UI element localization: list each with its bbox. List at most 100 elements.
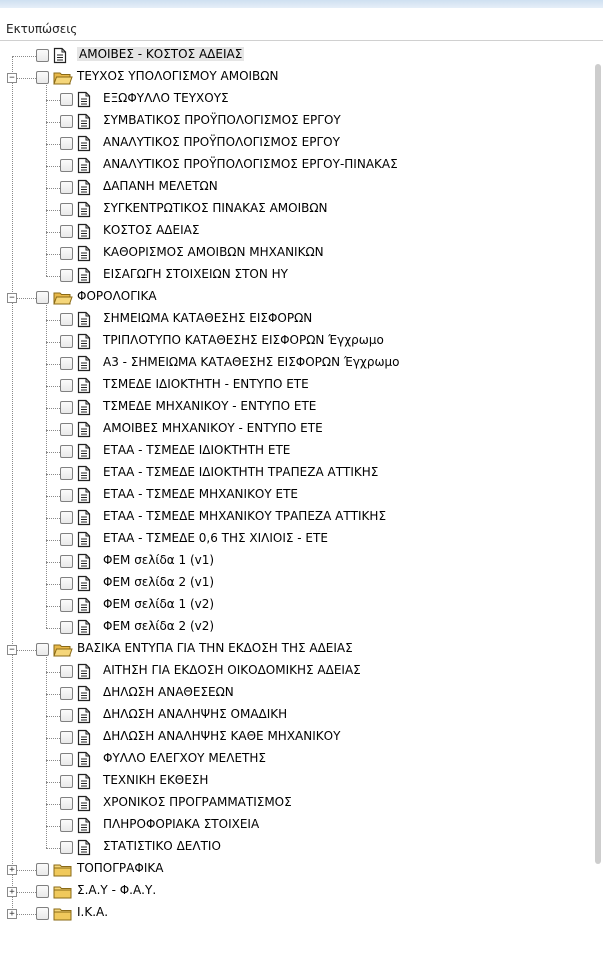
expand-icon[interactable]: + [7, 887, 17, 897]
vertical-scrollbar[interactable] [595, 64, 601, 864]
tree-folder-row[interactable]: − ΤΕΥΧΟΣ ΥΠΟΛΟΓΙΣΜΟΥ ΑΜΟΙΒΩΝ [0, 67, 590, 89]
tree-folder-row[interactable]: + Σ.Α.Υ - Φ.Α.Υ. [0, 881, 590, 903]
item-checkbox[interactable] [36, 291, 49, 304]
tree-item-row[interactable]: ΑΝΑΛΥΤΙΚΟΣ ΠΡΟΫΠΟΛΟΓΙΣΜΟΣ ΕΡΓΟΥ [0, 133, 590, 155]
item-checkbox[interactable] [60, 159, 73, 172]
tree-item-row[interactable]: ΕΤΑΑ - ΤΣΜΕΔΕ 0,6 ΤΗΣ ΧΙΛΙΟΙΣ - ΕΤΕ [0, 529, 590, 551]
tree-item-row[interactable]: ΔΗΛΩΣΗ ΑΝΑΛΗΨΗΣ ΚΑΘΕ ΜΗΧΑΝΙΚΟΥ [0, 727, 590, 749]
item-checkbox[interactable] [60, 555, 73, 568]
tree-item-label: ΒΑΣΙΚΑ ΕΝΤΥΠΑ ΓΙΑ ΤΗΝ ΕΚΔΟΣΗ ΤΗΣ ΑΔΕΙΑΣ [77, 641, 353, 655]
document-icon [77, 443, 91, 463]
tree-item-label: ΤΟΠΟΓΡΑΦΙΚΑ [77, 861, 164, 875]
tree-item-row[interactable]: ΑΝΑΛΥΤΙΚΟΣ ΠΡΟΫΠΟΛΟΓΙΣΜΟΣ ΕΡΓΟΥ-ΠΙΝΑΚΑΣ [0, 155, 590, 177]
folder-icon [53, 884, 73, 903]
item-checkbox[interactable] [60, 181, 73, 194]
item-checkbox[interactable] [60, 467, 73, 480]
item-checkbox[interactable] [60, 797, 73, 810]
item-checkbox[interactable] [60, 511, 73, 524]
document-icon [77, 223, 91, 243]
tree-item-row[interactable]: ΤΣΜΕΔΕ ΜΗΧΑΝΙΚΟΥ - ΕΝΤΥΠΟ ΕΤΕ [0, 397, 590, 419]
item-checkbox[interactable] [60, 445, 73, 458]
item-checkbox[interactable] [60, 225, 73, 238]
tree-item-row[interactable]: ΑΜΟΙΒΕΣ ΜΗΧΑΝΙΚΟΥ - ΕΝΤΥΠΟ ΕΤΕ [0, 419, 590, 441]
tree-item-row[interactable]: ΤΣΜΕΔΕ ΙΔΙΟΚΤΗΤΗ - ΕΝΤΥΠΟ ΕΤΕ [0, 375, 590, 397]
tree-item-row[interactable]: ΑΙΤΗΣΗ ΓΙΑ ΕΚΔΟΣΗ ΟΙΚΟΔΟΜΙΚΗΣ ΑΔΕΙΑΣ [0, 661, 590, 683]
expand-icon[interactable]: + [7, 909, 17, 919]
tree-folder-row[interactable]: − ΒΑΣΙΚΑ ΕΝΤΥΠΑ ΓΙΑ ΤΗΝ ΕΚΔΟΣΗ ΤΗΣ ΑΔΕΙΑΣ [0, 639, 590, 661]
item-checkbox[interactable] [60, 489, 73, 502]
item-checkbox[interactable] [60, 269, 73, 282]
item-checkbox[interactable] [60, 533, 73, 546]
tree-item-row[interactable]: ΕΤΑΑ - ΤΣΜΕΔΕ ΜΗΧΑΝΙΚΟΥ ΤΡΑΠΕΖΑ ΑΤΤΙΚΗΣ [0, 507, 590, 529]
tree-item-row[interactable]: ΕΙΣΑΓΩΓΗ ΣΤΟΙΧΕΙΩΝ ΣΤΟΝ ΗΥ [0, 265, 590, 287]
item-checkbox[interactable] [60, 577, 73, 590]
tree-item-row[interactable]: ΔΗΛΩΣΗ ΑΝΑΛΗΨΗΣ ΟΜΑΔΙΚΗ [0, 705, 590, 727]
expand-icon[interactable]: + [7, 865, 17, 875]
item-checkbox[interactable] [60, 665, 73, 678]
tree-item-row[interactable]: ΕΞΩΦΥΛΛΟ ΤΕΥΧΟΥΣ [0, 89, 590, 111]
item-checkbox[interactable] [36, 907, 49, 920]
tree-item-label: ΑΝΑΛΥΤΙΚΟΣ ΠΡΟΫΠΟΛΟΓΙΣΜΟΣ ΕΡΓΟΥ [103, 135, 340, 149]
tree-item-row[interactable]: ΦΕΜ σελίδα 1 (v2) [0, 595, 590, 617]
item-checkbox[interactable] [36, 863, 49, 876]
tree-item-row[interactable]: ΚΟΣΤΟΣ ΑΔΕΙΑΣ [0, 221, 590, 243]
tree-folder-row[interactable]: + Ι.Κ.Α. [0, 903, 590, 925]
print-tree[interactable]: ΑΜΟΙΒΕΣ - ΚΟΣΤΟΣ ΑΔΕΙΑΣ − ΤΕΥΧΟΣ ΥΠΟΛΟΓΙΣΜ… [0, 44, 590, 953]
item-checkbox[interactable] [60, 599, 73, 612]
tree-item-row[interactable]: ΠΛΗΡΟΦΟΡΙΑΚΑ ΣΤΟΙΧΕΙΑ [0, 815, 590, 837]
tree-item-row[interactable]: ΔΑΠΑΝΗ ΜΕΛΕΤΩΝ [0, 177, 590, 199]
item-checkbox[interactable] [60, 379, 73, 392]
collapse-icon[interactable]: − [7, 73, 17, 83]
collapse-icon[interactable]: − [7, 293, 17, 303]
tree-item-row[interactable]: ΦΕΜ σελίδα 1 (v1) [0, 551, 590, 573]
item-checkbox[interactable] [60, 775, 73, 788]
tree-item-row[interactable]: ΦΕΜ σελίδα 2 (v2) [0, 617, 590, 639]
tree-item-row[interactable]: ΦΥΛΛΟ ΕΛΕΓΧΟΥ ΜΕΛΕΤΗΣ [0, 749, 590, 771]
item-checkbox[interactable] [60, 357, 73, 370]
tree-item-label: ΑΙΤΗΣΗ ΓΙΑ ΕΚΔΟΣΗ ΟΙΚΟΔΟΜΙΚΗΣ ΑΔΕΙΑΣ [103, 663, 361, 677]
item-checkbox[interactable] [60, 841, 73, 854]
item-checkbox[interactable] [60, 247, 73, 260]
tree-item-row[interactable]: ΕΤΑΑ - ΤΣΜΕΔΕ ΜΗΧΑΝΙΚΟΥ ΕΤΕ [0, 485, 590, 507]
tree-item-row[interactable]: ΚΑΘΟΡΙΣΜΟΣ ΑΜΟΙΒΩΝ ΜΗΧΑΝΙΚΩΝ [0, 243, 590, 265]
item-checkbox[interactable] [60, 115, 73, 128]
window-top-border [0, 0, 603, 8]
tree-item-row[interactable]: ΣΥΓΚΕΝΤΡΩΤΙΚΟΣ ΠΙΝΑΚΑΣ ΑΜΟΙΒΩΝ [0, 199, 590, 221]
item-checkbox[interactable] [60, 621, 73, 634]
tree-item-row[interactable]: ΕΤΑΑ - ΤΣΜΕΔΕ ΙΔΙΟΚΤΗΤΗ ΕΤΕ [0, 441, 590, 463]
item-checkbox[interactable] [36, 49, 49, 62]
tree-item-row[interactable]: ΕΤΑΑ - ΤΣΜΕΔΕ ΙΔΙΟΚΤΗΤΗ ΤΡΑΠΕΖΑ ΑΤΤΙΚΗΣ [0, 463, 590, 485]
tree-item-row[interactable]: ΤΡΙΠΛΟΤΥΠΟ ΚΑΤΑΘΕΣΗΣ ΕΙΣΦΟΡΩΝ Έγχρωμο [0, 331, 590, 353]
item-checkbox[interactable] [36, 885, 49, 898]
tree-item-label: Α3 - ΣΗΜΕΙΩΜΑ ΚΑΤΑΘΕΣΗΣ ΕΙΣΦΟΡΩΝ Έγχρωμο [103, 355, 400, 369]
item-checkbox[interactable] [60, 137, 73, 150]
item-checkbox[interactable] [60, 687, 73, 700]
tree-item-row[interactable]: ΦΕΜ σελίδα 2 (v1) [0, 573, 590, 595]
tree-item-row[interactable]: Α3 - ΣΗΜΕΙΩΜΑ ΚΑΤΑΘΕΣΗΣ ΕΙΣΦΟΡΩΝ Έγχρωμο [0, 353, 590, 375]
tree-connector [46, 188, 60, 189]
item-checkbox[interactable] [60, 401, 73, 414]
item-checkbox[interactable] [60, 423, 73, 436]
document-icon [77, 311, 91, 331]
collapse-icon[interactable]: − [7, 645, 17, 655]
tree-item-row[interactable]: ΤΕΧΝΙΚΗ ΕΚΘΕΣΗ [0, 771, 590, 793]
item-checkbox[interactable] [60, 819, 73, 832]
tree-folder-row[interactable]: − ΦΟΡΟΛΟΓΙΚΑ [0, 287, 590, 309]
item-checkbox[interactable] [60, 709, 73, 722]
item-checkbox[interactable] [60, 753, 73, 766]
tree-item-row[interactable]: ΑΜΟΙΒΕΣ - ΚΟΣΤΟΣ ΑΔΕΙΑΣ [0, 45, 590, 67]
tree-item-row[interactable]: ΔΗΛΩΣΗ ΑΝΑΘΕΣΕΩΝ [0, 683, 590, 705]
item-checkbox[interactable] [60, 731, 73, 744]
document-icon [77, 91, 91, 111]
tree-folder-row[interactable]: + ΤΟΠΟΓΡΑΦΙΚΑ [0, 859, 590, 881]
item-checkbox[interactable] [36, 643, 49, 656]
item-checkbox[interactable] [60, 313, 73, 326]
item-checkbox[interactable] [60, 335, 73, 348]
tree-item-row[interactable]: ΣΥΜΒΑΤΙΚΟΣ ΠΡΟΫΠΟΛΟΓΙΣΜΟΣ ΕΡΓΟΥ [0, 111, 590, 133]
tree-item-row[interactable]: ΧΡΟΝΙΚΟΣ ΠΡΟΓΡΑΜΜΑΤΙΣΜΟΣ [0, 793, 590, 815]
item-checkbox[interactable] [60, 203, 73, 216]
tree-item-row[interactable]: ΣΤΑΤΙΣΤΙΚΟ ΔΕΛΤΙΟ [0, 837, 590, 859]
item-checkbox[interactable] [60, 93, 73, 106]
item-checkbox[interactable] [36, 71, 49, 84]
tree-item-row[interactable]: ΣΗΜΕΙΩΜΑ ΚΑΤΑΘΕΣΗΣ ΕΙΣΦΟΡΩΝ [0, 309, 590, 331]
